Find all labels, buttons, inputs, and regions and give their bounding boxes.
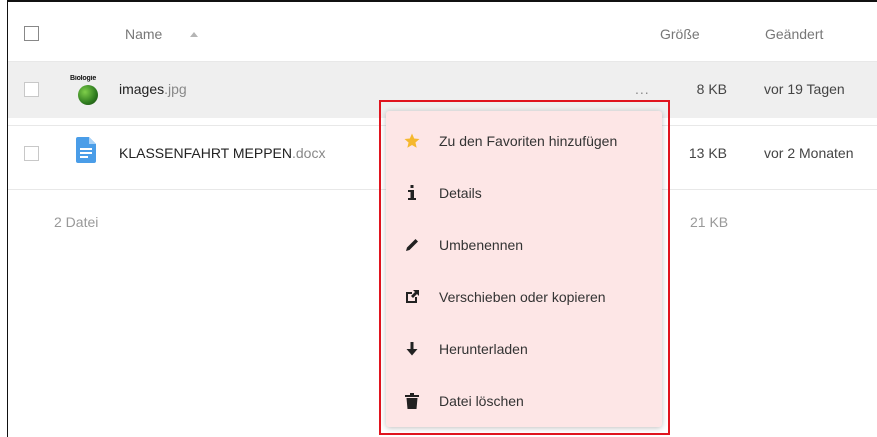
thumbnail-text: Biologie xyxy=(70,75,97,82)
file-name[interactable]: images.jpg xyxy=(119,81,187,97)
summary-file-count: 2 Datei xyxy=(54,214,99,230)
menu-item-rename[interactable]: Umbenennen xyxy=(386,219,662,271)
file-name[interactable]: KLASSENFAHRT MEPPEN.docx xyxy=(119,145,325,161)
image-thumbnail: Biologie xyxy=(70,75,102,107)
menu-item-label: Herunterladen xyxy=(439,341,528,357)
menu-item-details[interactable]: Details xyxy=(386,167,662,219)
file-modified-date: vor 2 Monaten xyxy=(764,145,854,161)
info-icon xyxy=(403,184,421,202)
download-icon xyxy=(403,340,421,358)
file-extension: .docx xyxy=(291,145,326,161)
menu-item-label: Details xyxy=(439,185,482,201)
star-icon xyxy=(403,132,421,150)
menu-item-move-copy[interactable]: Verschieben oder kopieren xyxy=(386,271,662,323)
menu-item-label: Datei löschen xyxy=(439,393,524,409)
more-actions-icon[interactable]: ... xyxy=(635,81,650,97)
file-extension: .jpg xyxy=(164,81,187,97)
menu-item-download[interactable]: Herunterladen xyxy=(386,323,662,375)
file-list-header: Name Größe Geändert xyxy=(8,2,877,60)
select-all-checkbox[interactable] xyxy=(24,26,39,41)
external-link-icon xyxy=(403,288,421,306)
document-icon xyxy=(76,137,96,168)
file-select-checkbox[interactable] xyxy=(24,146,39,161)
file-modified-date: vor 19 Tagen xyxy=(764,81,845,97)
column-size-header[interactable]: Größe xyxy=(660,26,700,42)
summary-total-size: 21 KB xyxy=(690,214,729,230)
file-basename: images xyxy=(119,81,165,97)
file-context-menu: Zu den Favoriten hinzufügen Details Umbe… xyxy=(386,111,662,427)
file-basename: KLASSENFAHRT MEPPEN xyxy=(119,145,292,161)
menu-item-delete[interactable]: Datei löschen xyxy=(386,375,662,427)
sort-ascending-icon[interactable] xyxy=(190,32,198,37)
file-size: 13 KB xyxy=(688,145,727,161)
menu-item-label: Verschieben oder kopieren xyxy=(439,289,606,305)
menu-item-add-favorite[interactable]: Zu den Favoriten hinzufügen xyxy=(386,115,662,167)
file-size: 8 KB xyxy=(696,81,727,97)
file-select-checkbox[interactable] xyxy=(24,82,39,97)
column-name-header[interactable]: Name xyxy=(125,26,162,42)
trash-icon xyxy=(403,392,421,410)
pencil-icon xyxy=(403,236,421,254)
column-changed-header[interactable]: Geändert xyxy=(765,26,823,42)
thumbnail-graphic xyxy=(78,85,98,105)
menu-item-label: Zu den Favoriten hinzufügen xyxy=(439,133,618,149)
menu-item-label: Umbenennen xyxy=(439,237,524,253)
